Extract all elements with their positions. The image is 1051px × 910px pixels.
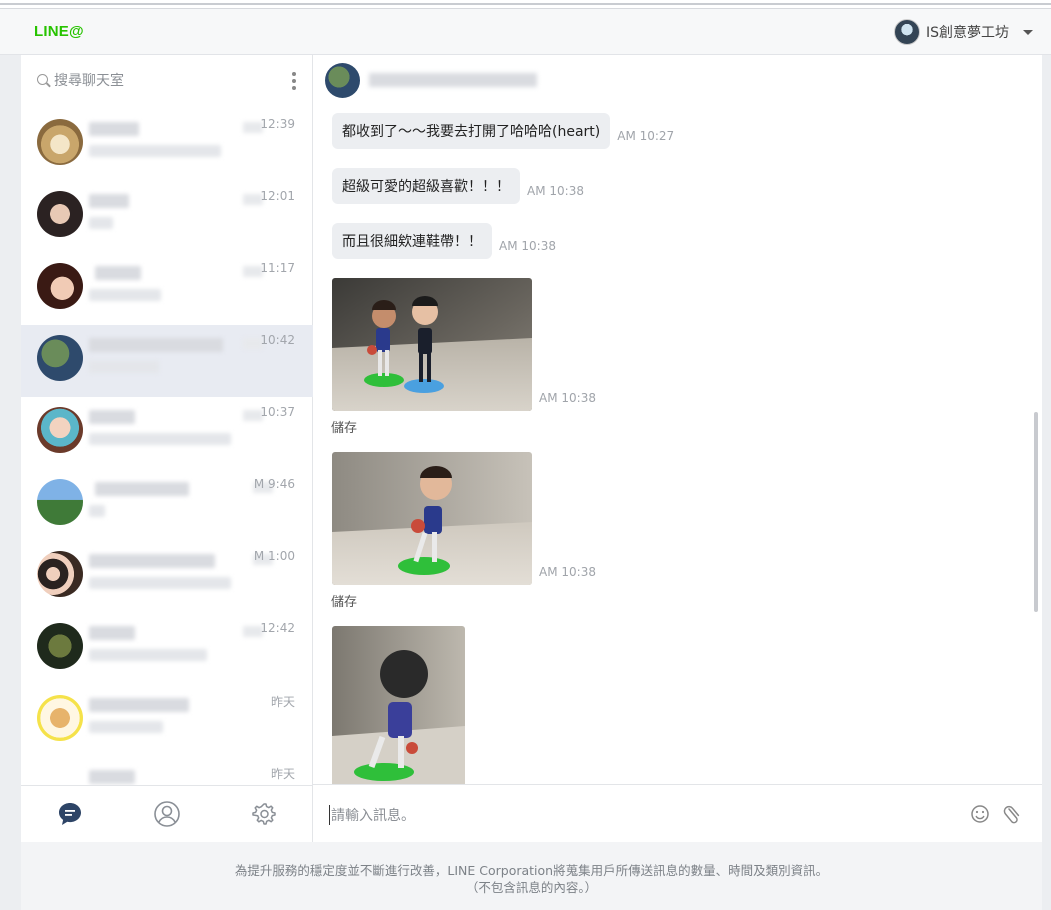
line-at-logo[interactable]: LINE@ bbox=[34, 23, 84, 40]
chat-list-item[interactable]: 昨天 bbox=[21, 757, 313, 785]
save-link[interactable]: 儲存 bbox=[331, 417, 357, 436]
room-name-blurred bbox=[369, 73, 537, 87]
chat-list-item[interactable]: 12:42 bbox=[21, 613, 313, 685]
image-message: AM 10:38 bbox=[332, 452, 596, 585]
account-switcher[interactable]: IS創意夢工坊 bbox=[893, 18, 1033, 46]
chat-avatar bbox=[37, 335, 83, 381]
message-time: AM 10:27 bbox=[617, 129, 675, 143]
message-time: AM 10:38 bbox=[527, 184, 584, 198]
chat-time: M 9:46 bbox=[253, 477, 295, 491]
emoji-icon[interactable] bbox=[970, 804, 990, 824]
privacy-notice-line-1: 為提升服務的穩定度並不斷進行改善，LINE Corporation將蒐集用戶所傳… bbox=[234, 863, 829, 878]
account-avatar bbox=[893, 19, 920, 45]
chat-sidebar: 搜尋聊天室 12:39 12:01 11:17 10:42 10:37 M 9:… bbox=[21, 55, 313, 842]
image-message: AM 10:38 bbox=[332, 278, 596, 411]
chat-time: M 1:00 bbox=[253, 549, 295, 563]
conversation-panel: 都收到了～～我要去打開了哈哈哈(heart) AM 10:27 超級可愛的超級喜… bbox=[313, 55, 1042, 842]
message-bubble[interactable]: 而且很細欸連鞋帶！！ bbox=[332, 223, 492, 259]
chat-avatar bbox=[37, 191, 83, 237]
window-right-edge bbox=[1042, 55, 1051, 910]
message: 都收到了～～我要去打開了哈哈哈(heart) AM 10:27 bbox=[332, 113, 674, 149]
more-options-icon[interactable] bbox=[292, 72, 296, 90]
chat-time: 11:17 bbox=[260, 261, 295, 275]
chat-avatar bbox=[37, 263, 83, 309]
chat-avatar bbox=[37, 407, 83, 453]
message-composer: 請輸入訊息。 bbox=[313, 784, 1042, 842]
chat-preview-blurred bbox=[89, 145, 221, 157]
message-scrollbar[interactable] bbox=[1034, 412, 1038, 612]
search-input[interactable]: 搜尋聊天室 bbox=[54, 70, 124, 90]
message-time: AM 10:38 bbox=[539, 565, 596, 579]
sidebar-tabs bbox=[21, 785, 313, 842]
chat-avatar bbox=[37, 767, 83, 785]
chat-list-item[interactable]: 10:37 bbox=[21, 397, 313, 469]
privacy-notice: 為提升服務的穩定度並不斷進行改善，LINE Corporation將蒐集用戶所傳… bbox=[21, 842, 1042, 910]
caret-down-icon bbox=[1023, 29, 1033, 35]
account-name: IS創意夢工坊 bbox=[925, 25, 1009, 41]
save-link[interactable]: 儲存 bbox=[331, 591, 357, 610]
chat-list-item[interactable]: 12:39 bbox=[21, 109, 313, 181]
chat-list: 12:39 12:01 11:17 10:42 10:37 M 9:46 M 1… bbox=[21, 109, 313, 785]
chat-list-item-active[interactable]: 10:42 bbox=[21, 325, 313, 397]
room-avatar[interactable] bbox=[325, 63, 360, 98]
tab-friends[interactable] bbox=[147, 794, 187, 834]
tab-chats[interactable] bbox=[50, 794, 90, 834]
chat-time: 10:37 bbox=[260, 405, 295, 419]
chat-avatar bbox=[37, 551, 83, 597]
chat-avatar bbox=[37, 695, 83, 741]
chat-bubble-icon bbox=[58, 803, 81, 825]
tab-settings[interactable] bbox=[244, 794, 284, 834]
chat-time: 昨天 bbox=[270, 695, 295, 709]
chat-name-blurred bbox=[89, 122, 139, 136]
message-time: AM 10:38 bbox=[499, 239, 556, 253]
photo-figurines[interactable] bbox=[332, 278, 532, 411]
chat-list-item[interactable]: 11:17 bbox=[21, 253, 313, 325]
browser-top-edge bbox=[0, 0, 1051, 9]
composer-actions bbox=[970, 804, 1022, 824]
message-bubble[interactable]: 超級可愛的超級喜歡！！！ bbox=[332, 168, 520, 204]
attachment-paperclip-icon[interactable] bbox=[1002, 804, 1022, 824]
photo-image bbox=[332, 626, 465, 784]
chat-time: 12:39 bbox=[260, 117, 295, 131]
chat-list-item[interactable]: 12:01 bbox=[21, 181, 313, 253]
privacy-notice-line-2: （不包含訊息的內容。） bbox=[465, 880, 598, 895]
message: 而且很細欸連鞋帶！！ AM 10:38 bbox=[332, 223, 556, 259]
photo-image bbox=[332, 452, 532, 585]
message-list[interactable]: 都收到了～～我要去打開了哈哈哈(heart) AM 10:27 超級可愛的超級喜… bbox=[313, 107, 1042, 784]
message-bubble[interactable]: 都收到了～～我要去打開了哈哈哈(heart) bbox=[332, 113, 611, 149]
image-message bbox=[332, 626, 465, 784]
chat-time: 12:01 bbox=[260, 189, 295, 203]
app-header: LINE@ IS創意夢工坊 bbox=[0, 9, 1051, 55]
chat-avatar bbox=[37, 119, 83, 165]
person-icon bbox=[154, 801, 180, 827]
photo-image bbox=[332, 278, 532, 411]
message-time: AM 10:38 bbox=[539, 391, 596, 405]
gear-icon bbox=[252, 803, 277, 825]
photo-figurine[interactable] bbox=[332, 452, 532, 585]
chat-avatar bbox=[37, 479, 83, 525]
photo-figurine-back[interactable] bbox=[332, 626, 465, 784]
chat-time: 昨天 bbox=[270, 767, 295, 781]
chat-time: 12:42 bbox=[260, 621, 295, 635]
chat-list-item[interactable]: 昨天 bbox=[21, 685, 313, 757]
message: 超級可愛的超級喜歡！！！ AM 10:38 bbox=[332, 168, 584, 204]
chat-list-item[interactable]: M 9:46 bbox=[21, 469, 313, 541]
message-input[interactable]: 請輸入訊息。 bbox=[329, 805, 415, 825]
chat-avatar bbox=[37, 623, 83, 669]
chat-search-bar[interactable]: 搜尋聊天室 bbox=[21, 55, 312, 109]
chat-list-item[interactable]: M 1:00 bbox=[21, 541, 313, 613]
room-header bbox=[313, 55, 1042, 107]
search-icon bbox=[37, 74, 48, 85]
chat-time: 10:42 bbox=[260, 333, 295, 347]
